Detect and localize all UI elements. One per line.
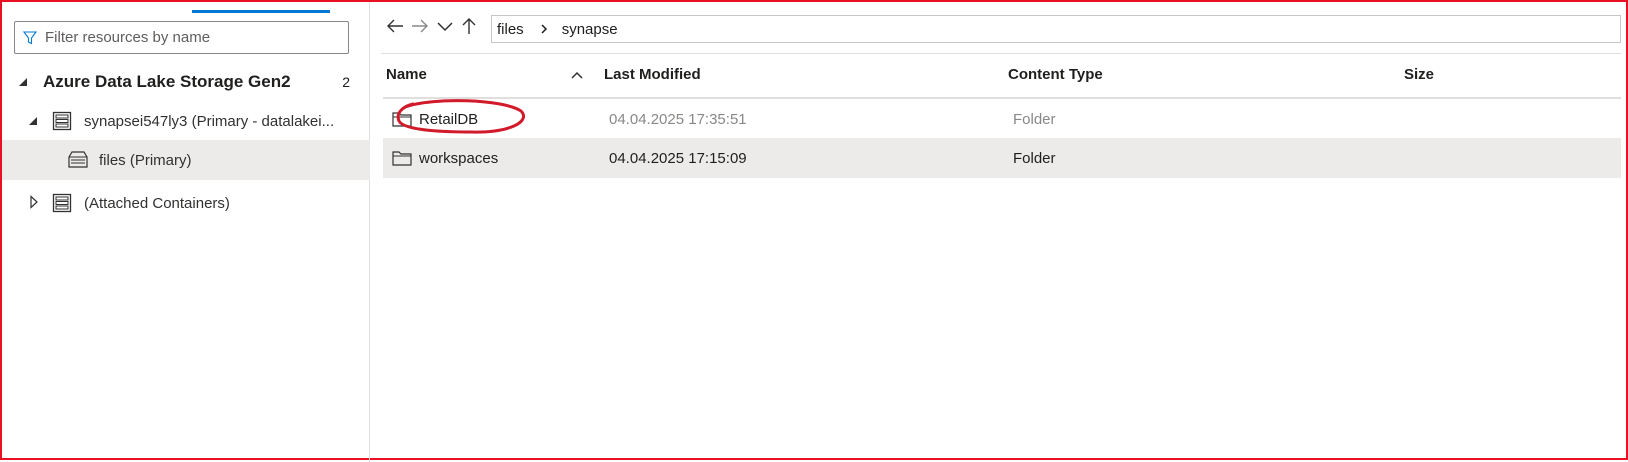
- active-tab-indicator: [192, 10, 330, 13]
- chevron-right-icon: [541, 24, 547, 34]
- breadcrumb-separator: [540, 23, 548, 35]
- sort-ascending-icon[interactable]: [571, 70, 583, 80]
- column-header-size[interactable]: Size: [1404, 66, 1434, 83]
- tree-item-files[interactable]: files (Primary): [2, 140, 370, 180]
- annotation-circle: [396, 99, 525, 134]
- chevron-down-icon: [437, 22, 453, 32]
- file-modified: 04.04.2025 17:15:09: [609, 149, 747, 167]
- header-divider: [383, 97, 1621, 99]
- toolbar-divider: [381, 53, 1621, 54]
- files-label: files (Primary): [99, 151, 192, 169]
- breadcrumb-item[interactable]: files: [497, 21, 524, 38]
- storage-account-icon: [52, 111, 72, 131]
- back-button[interactable]: [383, 14, 407, 38]
- folder-icon: [392, 151, 412, 166]
- window-frame: Azure Data Lake Storage Gen2 2 synapsei5…: [0, 0, 1628, 462]
- column-header-last-modified[interactable]: Last Modified: [604, 66, 701, 83]
- file-name[interactable]: workspaces: [419, 150, 498, 167]
- container-icon: [68, 151, 88, 168]
- column-header-name[interactable]: Name: [386, 66, 427, 83]
- file-browser-panel: files synapse Name Last Modified Content…: [371, 2, 1628, 462]
- storage-account-label: synapsei547ly3 (Primary - datalakei...: [84, 112, 335, 130]
- up-button[interactable]: [457, 14, 481, 38]
- storage-account-icon: [52, 193, 72, 213]
- address-bar[interactable]: files synapse: [491, 15, 1621, 43]
- tree-root-label: Azure Data Lake Storage Gen2: [43, 72, 291, 91]
- file-modified: 04.04.2025 17:35:51: [609, 110, 747, 128]
- table-row[interactable]: RetailDB 04.04.2025 17:35:51 Folder: [383, 100, 1621, 139]
- tree-root-adls[interactable]: Azure Data Lake Storage Gen2 2: [2, 62, 370, 102]
- file-type: Folder: [1013, 149, 1056, 167]
- recent-locations-button[interactable]: [433, 14, 457, 38]
- filter-icon: [23, 30, 37, 44]
- expanded-caret-icon: [29, 117, 37, 125]
- filter-resources-box[interactable]: [14, 21, 349, 54]
- tree-item-attached-containers[interactable]: (Attached Containers): [2, 183, 370, 223]
- breadcrumb-item[interactable]: synapse: [562, 21, 618, 38]
- arrow-left-icon: [387, 19, 403, 33]
- arrow-right-icon: [412, 19, 428, 33]
- collapsed-caret-icon: [30, 195, 38, 209]
- expanded-caret-icon: [19, 78, 27, 86]
- filter-input[interactable]: [45, 29, 335, 46]
- file-type: Folder: [1013, 110, 1056, 128]
- column-header-content-type[interactable]: Content Type: [1008, 66, 1103, 83]
- attached-containers-label: (Attached Containers): [84, 194, 230, 212]
- tree-root-count: 2: [342, 74, 350, 90]
- resource-tree-panel: Azure Data Lake Storage Gen2 2 synapsei5…: [2, 2, 370, 462]
- table-row[interactable]: workspaces 04.04.2025 17:15:09 Folder: [383, 139, 1621, 178]
- tree-item-storage-account[interactable]: synapsei547ly3 (Primary - datalakei...: [2, 101, 370, 141]
- arrow-up-icon: [462, 18, 476, 34]
- forward-button[interactable]: [408, 14, 432, 38]
